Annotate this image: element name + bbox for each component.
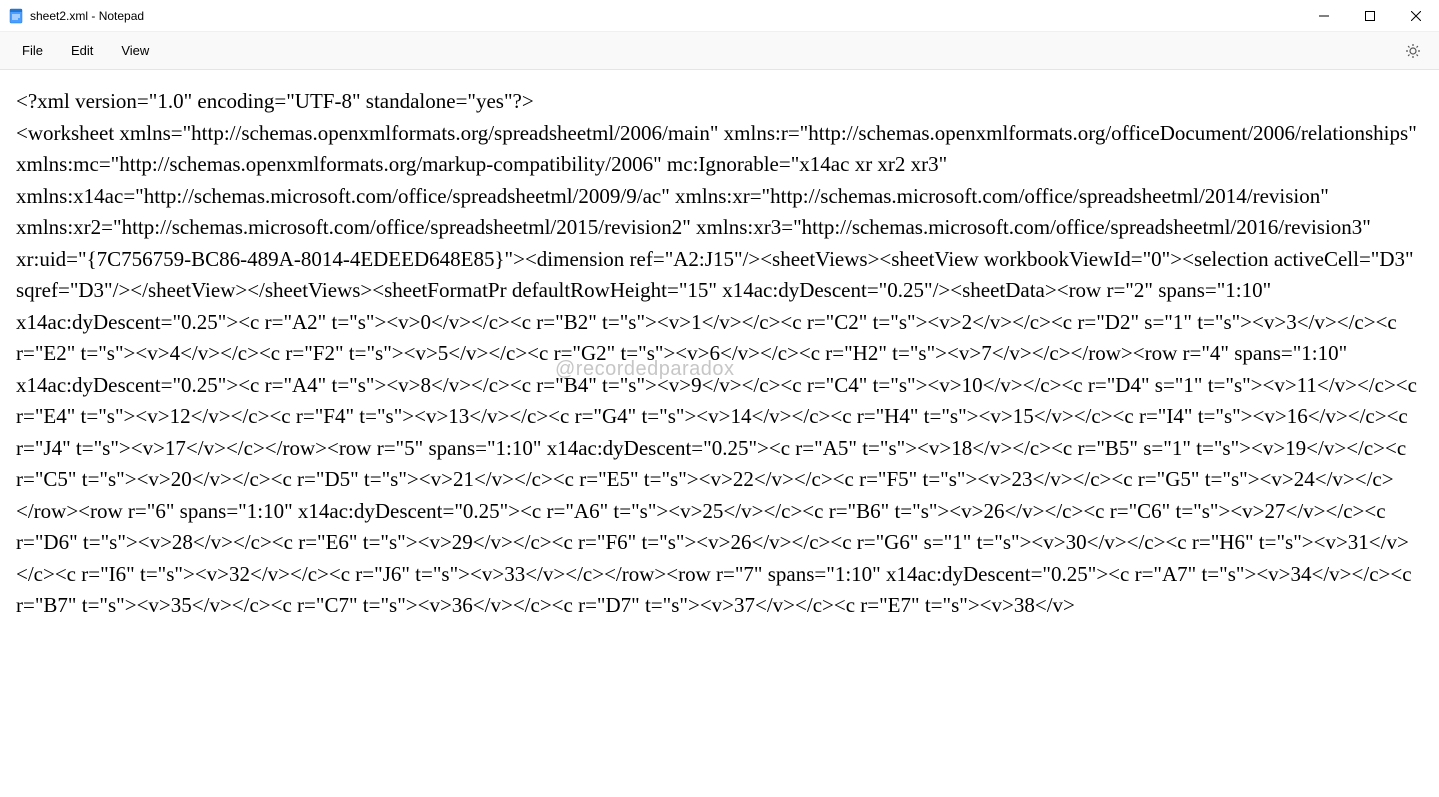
maximize-button[interactable] (1347, 0, 1393, 31)
notepad-icon (8, 8, 24, 24)
minimize-button[interactable] (1301, 0, 1347, 31)
menubar: File Edit View (0, 32, 1439, 70)
menu-edit[interactable]: Edit (57, 37, 107, 64)
text-editor-content[interactable]: <?xml version="1.0" encoding="UTF-8" sta… (0, 70, 1439, 797)
close-button[interactable] (1393, 0, 1439, 31)
window-controls (1301, 0, 1439, 31)
gear-icon (1405, 43, 1421, 59)
menu-view[interactable]: View (107, 37, 163, 64)
menu-file[interactable]: File (8, 37, 57, 64)
settings-button[interactable] (1399, 37, 1427, 65)
titlebar: sheet2.xml - Notepad (0, 0, 1439, 32)
window-title: sheet2.xml - Notepad (30, 9, 144, 23)
